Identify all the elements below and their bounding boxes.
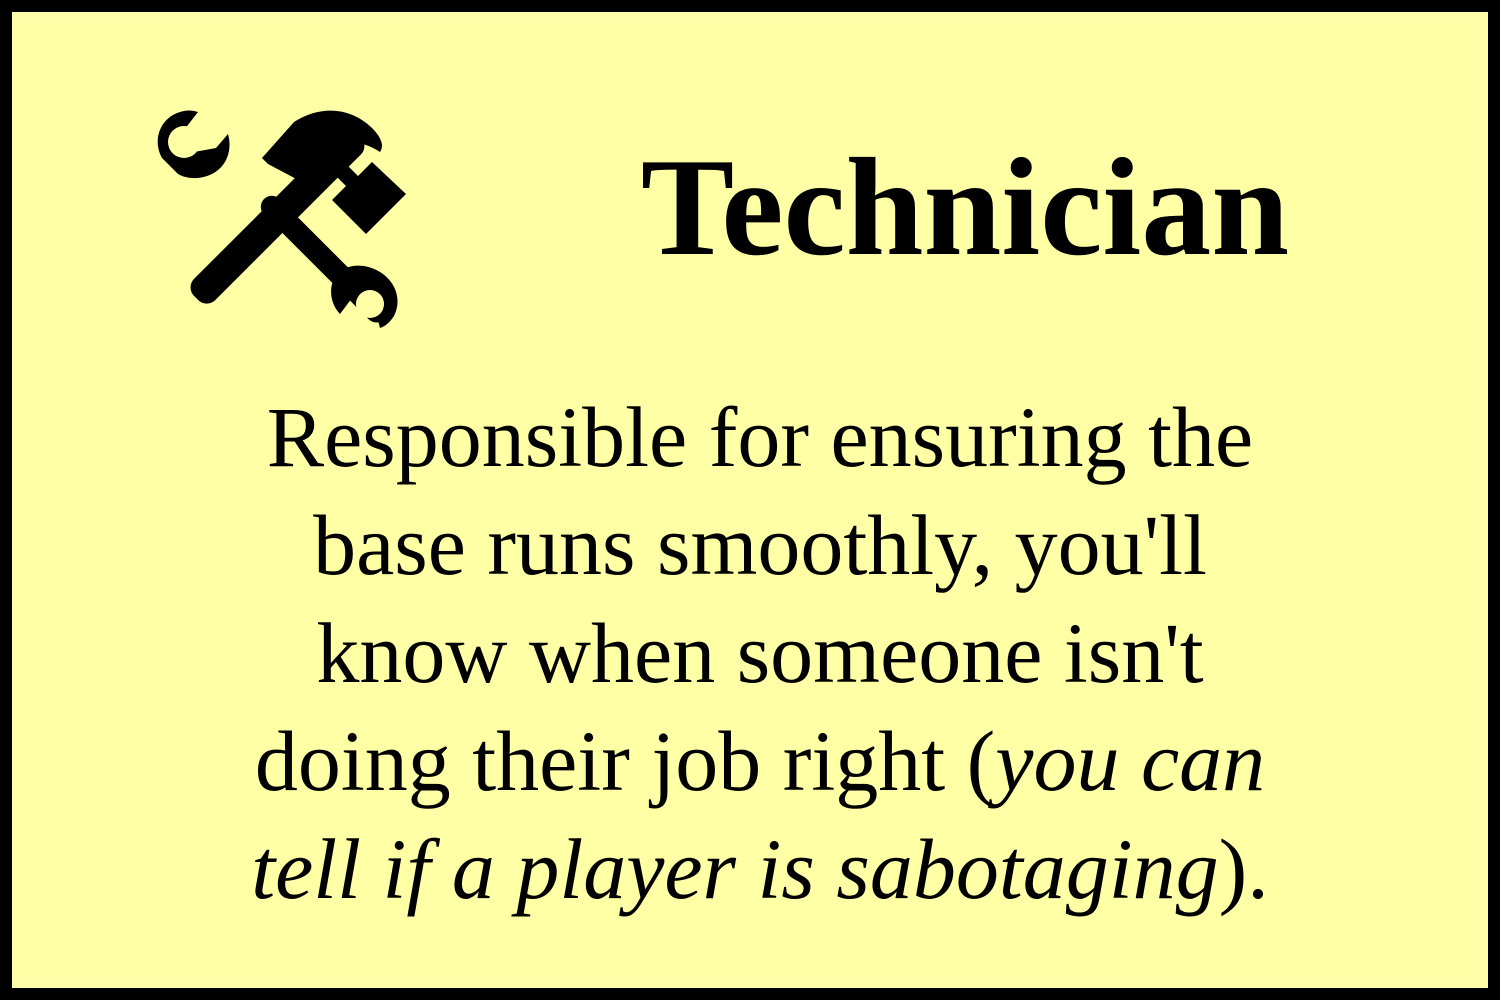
description-line: base runs smoothly, you'll	[313, 497, 1207, 593]
role-card: Technician Responsible for ensuring the …	[0, 0, 1500, 1000]
description-italic: tell if a player is sabotaging	[251, 821, 1219, 917]
role-title: Technician	[640, 130, 1290, 285]
hammer-and-wrench-icon	[157, 110, 406, 328]
role-description: Responsible for ensuring the base runs s…	[80, 383, 1440, 923]
description-line: Responsible for ensuring the	[266, 389, 1254, 485]
description-line: ).	[1218, 821, 1269, 917]
description-italic: you can	[995, 713, 1266, 809]
description-line: know when someone isn't	[316, 605, 1204, 701]
role-card-body: Technician Responsible for ensuring the …	[20, 20, 1480, 980]
description-line: doing their job right (	[254, 713, 996, 809]
